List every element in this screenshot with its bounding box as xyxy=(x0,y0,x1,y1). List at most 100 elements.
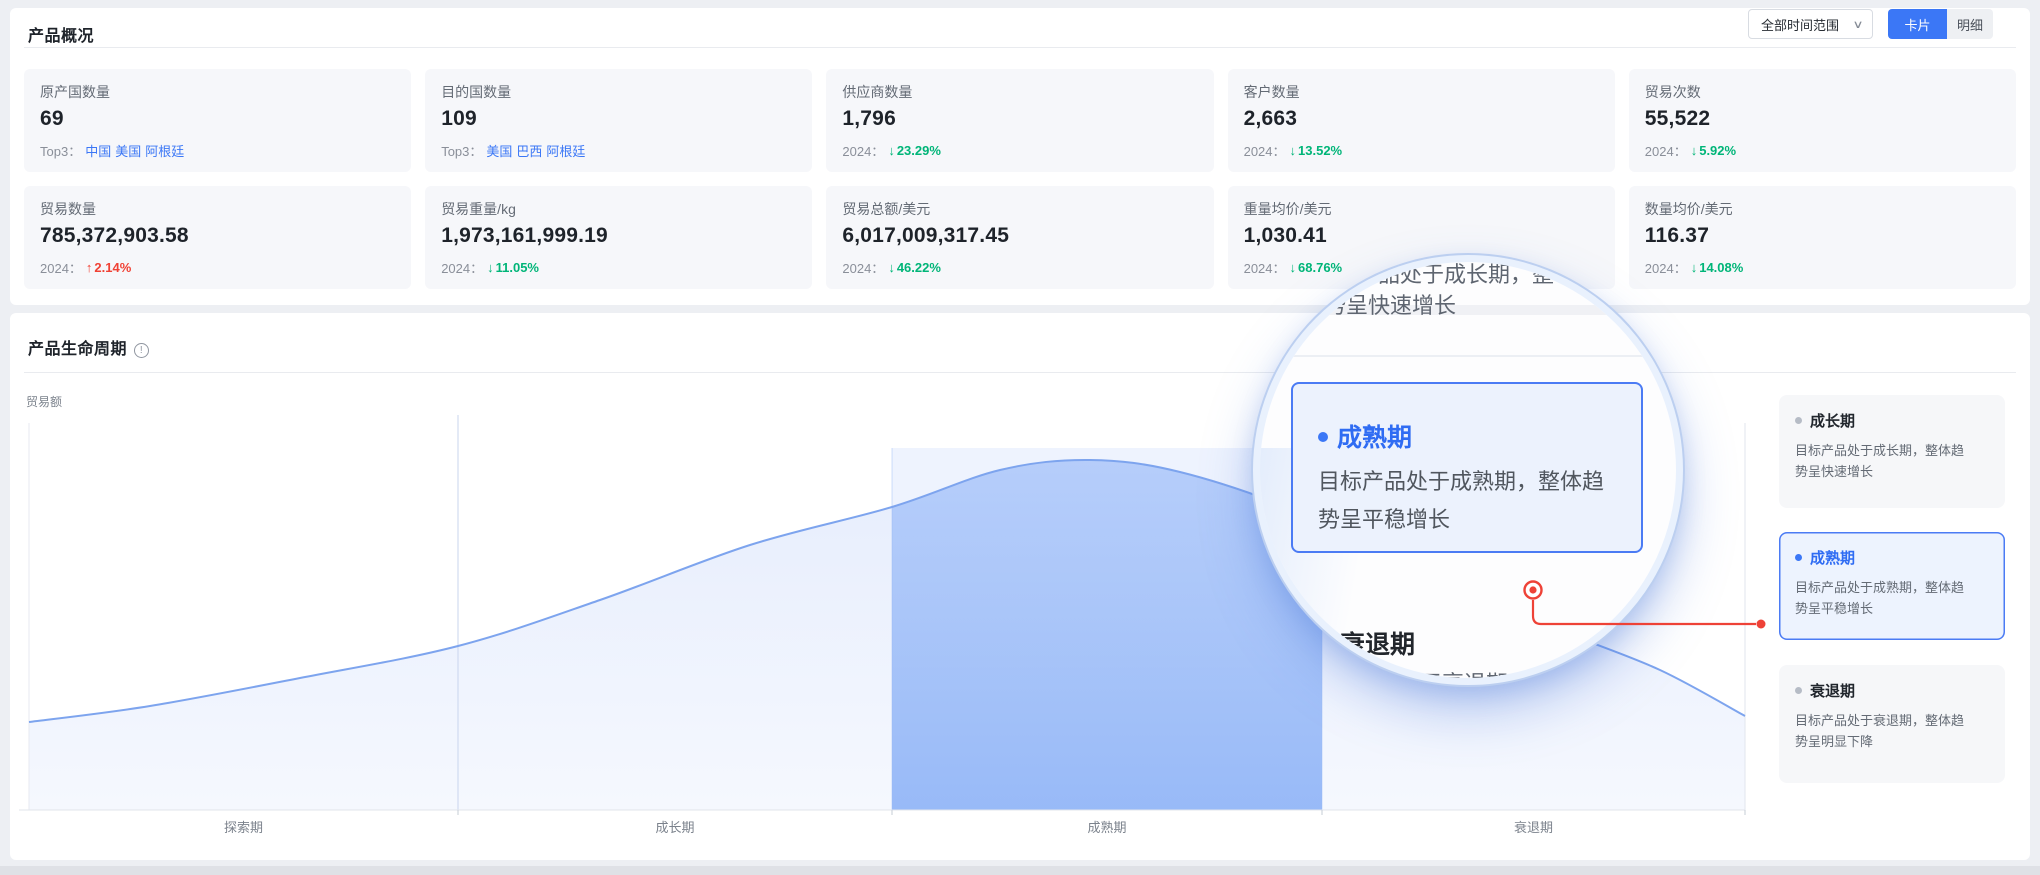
lifecycle-chart xyxy=(10,313,2030,860)
trend-value: ↓14.08% xyxy=(1691,260,1744,275)
stat-value: 116.37 xyxy=(1645,224,2000,248)
card-view-button[interactable]: 卡片 xyxy=(1888,9,1947,39)
meta-label: 2024： xyxy=(842,141,884,160)
meta-label: 2024： xyxy=(1645,258,1687,277)
stage-name: 成长期 xyxy=(1810,410,1855,431)
meta-label: 2024： xyxy=(441,258,483,277)
stat-label: 目的国数量 xyxy=(441,82,796,102)
stat-label: 重量均价/美元 xyxy=(1244,199,1599,219)
stat-meta: 2024： ↓14.08% xyxy=(1645,258,1744,277)
product-overview-panel: 产品概况 全部时间范围 ∨ 卡片 明细 原产国数量 69 Top3： 中国 美国… xyxy=(10,8,2030,305)
x-axis-label: 探索期 xyxy=(224,817,263,836)
trend-percent: 14.08% xyxy=(1699,260,1743,275)
magnified-stage-desc: 目标产品处于成熟期，整体趋 xyxy=(1318,464,1604,496)
trend-down-icon: ↓ xyxy=(888,260,895,275)
stage-description: 目标产品处于成长期，整体趋势呈快速增长 xyxy=(1795,440,1973,482)
stat-label: 原产国数量 xyxy=(40,82,395,102)
time-range-value: 全部时间范围 xyxy=(1761,15,1839,34)
magnified-stage-name: 成熟期 xyxy=(1337,418,1412,454)
top3-link[interactable]: 中国 xyxy=(85,141,111,160)
stage-description: 目标产品处于成熟期，整体趋势呈平稳增长 xyxy=(1795,577,1973,619)
stat-card-trade-quantity: 贸易数量 785,372,903.58 2024： ↑2.14% xyxy=(24,186,411,289)
stat-value: 109 xyxy=(441,107,796,131)
trend-down-icon: ↓ xyxy=(1691,143,1698,158)
stat-card-quantity-avg-price: 数量均价/美元 116.37 2024： ↓14.08% xyxy=(1629,186,2016,289)
detail-view-button[interactable]: 明细 xyxy=(1947,9,1993,39)
stat-card-trade-count: 贸易次数 55,522 2024： ↓5.92% xyxy=(1629,69,2016,172)
trend-percent: 23.29% xyxy=(897,143,941,158)
stat-label: 贸易数量 xyxy=(40,199,395,219)
trend-down-icon: ↓ xyxy=(1691,260,1698,275)
stage-dot-icon xyxy=(1795,687,1802,694)
magnified-decline-heading: 衰退期 xyxy=(1340,625,1415,661)
trend-percent: 2.14% xyxy=(94,260,131,275)
trend-up-icon: ↑ xyxy=(86,260,93,275)
stat-value: 55,522 xyxy=(1645,107,2000,131)
stat-value: 1,796 xyxy=(842,107,1197,131)
stage-name: 衰退期 xyxy=(1810,680,1855,701)
x-axis-label: 成长期 xyxy=(655,817,694,836)
stat-card-dest-countries: 目的国数量 109 Top3： 美国 巴西 阿根廷 xyxy=(425,69,812,172)
magnified-growth-text: 目标产品处于成长期，整 xyxy=(1312,257,1554,289)
stat-value: 785,372,903.58 xyxy=(40,224,395,248)
stage-description: 目标产品处于衰退期，整体趋势呈明显下降 xyxy=(1795,710,1973,752)
magnified-stage-desc: 势呈平稳增长 xyxy=(1318,502,1450,534)
stat-meta: 2024： ↓46.22% xyxy=(842,258,941,277)
trend-percent: 5.92% xyxy=(1699,143,1736,158)
meta-label: 2024： xyxy=(1645,141,1687,160)
stat-card-customers: 客户数量 2,663 2024： ↓13.52% xyxy=(1228,69,1615,172)
meta-label: 2024： xyxy=(1244,258,1286,277)
stage-head: 衰退期 xyxy=(1795,680,1989,701)
x-axis-label: 成熟期 xyxy=(1087,817,1126,836)
top3-link[interactable]: 巴西 xyxy=(516,141,542,160)
magnified-growth-text: 势呈快速增长 xyxy=(1324,288,1456,320)
bottom-strip xyxy=(0,866,2040,875)
stat-label: 客户数量 xyxy=(1244,82,1599,102)
dashboard-page: 产品概况 全部时间范围 ∨ 卡片 明细 原产国数量 69 Top3： 中国 美国… xyxy=(0,0,2040,875)
stat-value: 2,663 xyxy=(1244,107,1599,131)
header-divider xyxy=(24,47,2016,48)
stat-label: 贸易总额/美元 xyxy=(842,199,1197,219)
trend-percent: 11.05% xyxy=(496,260,539,275)
stat-meta: 2024： ↑2.14% xyxy=(40,258,131,277)
trend-value: ↑2.14% xyxy=(86,260,131,275)
stat-meta: Top3： 美国 巴西 阿根廷 xyxy=(441,141,585,160)
stage-dot-icon xyxy=(1795,417,1802,424)
magnified-panel-gap xyxy=(1260,305,1676,315)
stat-meta: 2024： ↓23.29% xyxy=(842,141,941,160)
stat-card-suppliers: 供应商数量 1,796 2024： ↓23.29% xyxy=(826,69,1213,172)
trend-down-icon: ↓ xyxy=(1290,260,1297,275)
stat-card-trade-weight: 贸易重量/kg 1,973,161,999.19 2024： ↓11.05% xyxy=(425,186,812,289)
stat-label: 贸易重量/kg xyxy=(441,199,796,219)
top3-link[interactable]: 美国 xyxy=(115,141,141,160)
magnified-maturity-card: 成熟期 目标产品处于成熟期，整体趋 势呈平稳增长 xyxy=(1291,382,1643,553)
top3-link[interactable]: 美国 xyxy=(486,141,512,160)
meta-label: 2024： xyxy=(1244,141,1286,160)
stage-head: 成长期 xyxy=(1795,410,1989,431)
stat-card-origin-countries: 原产国数量 69 Top3： 中国 美国 阿根廷 xyxy=(24,69,411,172)
stat-card-trade-amount: 贸易总额/美元 6,017,009,317.45 2024： ↓46.22% xyxy=(826,186,1213,289)
stat-meta: Top3： 中国 美国 阿根廷 xyxy=(40,141,184,160)
view-toggle: 卡片 明细 xyxy=(1888,9,1993,39)
stat-meta: 2024： ↓11.05% xyxy=(441,258,539,277)
x-axis-label: 衰退期 xyxy=(1514,817,1553,836)
top3-link[interactable]: 阿根廷 xyxy=(546,141,585,160)
stage-head: 成熟期 xyxy=(1795,547,1989,568)
stat-value: 69 xyxy=(40,107,395,131)
stat-label: 供应商数量 xyxy=(842,82,1197,102)
time-range-select[interactable]: 全部时间范围 ∨ xyxy=(1748,9,1873,39)
stat-meta: 2024： ↓5.92% xyxy=(1645,141,1736,160)
stage-card-growth[interactable]: 成长期 目标产品处于成长期，整体趋势呈快速增长 xyxy=(1779,395,2005,508)
stat-value: 6,017,009,317.45 xyxy=(842,224,1197,248)
stat-card-grid: 原产国数量 69 Top3： 中国 美国 阿根廷 目的国数量 109 Top3：… xyxy=(24,69,2016,289)
top3-link[interactable]: 阿根廷 xyxy=(145,141,184,160)
trend-down-icon: ↓ xyxy=(888,143,895,158)
meta-label: 2024： xyxy=(842,258,884,277)
page-title: 产品概况 xyxy=(28,22,94,46)
trend-down-icon: ↓ xyxy=(1290,143,1297,158)
meta-label: 2024： xyxy=(40,258,82,277)
stat-value: 1,973,161,999.19 xyxy=(441,224,796,248)
stage-card-maturity[interactable]: 成熟期 目标产品处于成熟期，整体趋势呈平稳增长 xyxy=(1779,532,2005,640)
stage-card-decline[interactable]: 衰退期 目标产品处于衰退期，整体趋势呈明显下降 xyxy=(1779,665,2005,783)
stat-label: 贸易次数 xyxy=(1645,82,2000,102)
